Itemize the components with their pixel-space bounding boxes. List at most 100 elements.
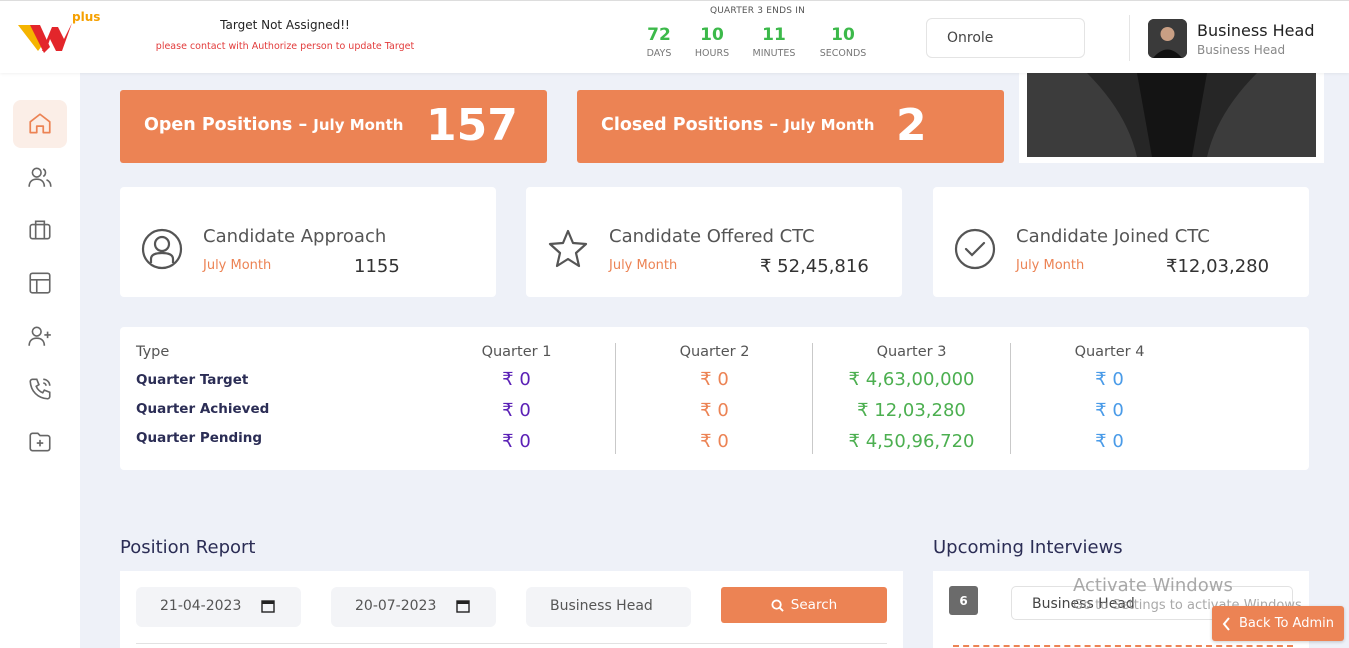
report-divider [136,643,887,644]
from-date-input[interactable]: 21-04-2023 [136,587,301,627]
row-label-achieved: Quarter Achieved [136,401,270,417]
sidebar-item-home[interactable] [13,100,67,148]
quarter-2-target: ₹ 0 [700,369,729,390]
candidate-offered-value: ₹ 52,45,816 [760,256,869,277]
svg-text:plus: plus [72,10,100,24]
open-positions-label: Open Positions – July Month [144,115,404,135]
candidate-joined-month: July Month [1016,258,1085,273]
calendar-icon[interactable] [456,599,470,613]
row-label-pending: Quarter Pending [136,430,263,446]
countdown-value: 10 [831,25,855,45]
candidate-joined-value: ₹12,03,280 [1166,256,1270,277]
chevron-left-icon [1222,616,1230,631]
quarter-4-target: ₹ 0 [1095,369,1124,390]
header-divider [1129,15,1130,61]
open-positions-value: 157 [426,100,518,151]
sidebar [0,73,80,648]
star-icon [548,229,588,268]
brand-logo[interactable]: plus [16,7,111,57]
closed-positions-value: 2 [896,100,927,151]
countdown-label: MINUTES [752,48,796,59]
users-icon [28,167,52,187]
candidate-approach-value: 1155 [354,256,400,277]
check-circle-icon [954,228,996,270]
quarter-1-header: Quarter 1 [481,344,552,360]
folder-plus-icon [29,432,51,452]
quarter-4-header: Quarter 4 [1074,344,1145,360]
candidate-offered-title: Candidate Offered CTC [609,226,815,247]
back-to-admin-label: Back To Admin [1239,616,1334,631]
search-button[interactable]: Search [721,587,887,623]
closed-positions-label: Closed Positions – July Month [601,115,875,135]
countdown-label: SECONDS [819,48,867,59]
candidate-approach-month: July Month [203,258,272,273]
quarter-4-achieved: ₹ 0 [1095,400,1124,421]
user-plus-icon [28,326,51,346]
quarter-2-pending: ₹ 0 [700,431,729,452]
countdown-seconds: 10 SECONDS [808,25,878,59]
profile-photo-card [1019,73,1324,163]
type-header: Type [136,344,170,360]
countdown-minutes: 11 MINUTES [739,25,809,59]
calendar-icon[interactable] [261,599,275,613]
quarter-table: Type Quarter Target Quarter Achieved Qua… [120,327,1309,470]
upcoming-interviews-title: Upcoming Interviews [933,537,1123,558]
quarter-3-pending: ₹ 4,50,96,720 [848,431,975,452]
countdown-value: 11 [762,25,786,45]
candidate-joined-card[interactable]: Candidate Joined CTC July Month ₹12,03,2… [933,187,1309,297]
search-label: Search [790,597,838,613]
user-role: Business Head [1197,43,1286,57]
quarter-2-header: Quarter 2 [679,344,750,360]
countdown-label: HOURS [694,48,730,59]
to-date-input[interactable]: 20-07-2023 [331,587,496,627]
quarter-1-pending: ₹ 0 [502,431,531,452]
user-name[interactable]: Business Head [1197,21,1314,40]
candidate-offered-month: July Month [609,258,678,273]
quarter-3-header: Quarter 3 [876,344,947,360]
target-subtitle: please contact with Authorize person to … [155,41,415,52]
countdown-value: 10 [700,25,724,45]
avatar[interactable] [1148,19,1187,58]
countdown-hours: 10 HOURS [677,25,747,59]
sidebar-item-layout[interactable] [13,259,67,307]
watermark-title: Activate Windows [1073,575,1233,596]
target-message: Target Not Assigned!! please contact wit… [130,18,440,52]
sidebar-item-folder[interactable] [13,418,67,466]
interview-count-badge: 6 [949,586,978,615]
profile-photo [1027,73,1316,157]
role-filter-select[interactable]: Business Head [526,587,691,627]
sidebar-item-calls[interactable] [13,365,67,413]
to-date-value: 20-07-2023 [355,598,437,614]
sidebar-item-add-user[interactable] [13,312,67,360]
quarter-3-target: ₹ 4,63,00,000 [848,369,975,390]
candidate-approach-card[interactable]: Candidate Approach July Month 1155 [120,187,496,297]
layout-icon [29,272,51,294]
quarter-1-target: ₹ 0 [502,369,531,390]
closed-positions-card[interactable]: Closed Positions – July Month 2 [577,90,1004,163]
position-report-title: Position Report [120,537,256,558]
search-icon [771,598,784,612]
from-date-value: 21-04-2023 [160,598,242,614]
candidate-approach-title: Candidate Approach [203,226,387,247]
user-circle-icon [141,228,183,270]
back-to-admin-button[interactable]: Back To Admin [1212,606,1344,641]
timeline-dash [953,645,1293,647]
candidate-offered-card[interactable]: Candidate Offered CTC July Month ₹ 52,45… [526,187,902,297]
sidebar-item-jobs[interactable] [13,206,67,254]
top-header: plus Target Not Assigned!! please contac… [0,0,1349,73]
target-title: Target Not Assigned!! [220,18,350,32]
quarter-2-achieved: ₹ 0 [700,400,729,421]
home-icon [29,113,51,134]
position-report-card: 21-04-2023 20-07-2023 Business Head Sear… [120,571,903,648]
quarter-1-achieved: ₹ 0 [502,400,531,421]
role-select[interactable]: Onrole [926,18,1085,58]
quarter-4-pending: ₹ 0 [1095,431,1124,452]
row-label-target: Quarter Target [136,372,249,388]
candidate-joined-title: Candidate Joined CTC [1016,226,1210,247]
open-positions-card[interactable]: Open Positions – July Month 157 [120,90,547,163]
quarter-3-achieved: ₹ 12,03,280 [857,400,966,421]
sidebar-item-users[interactable] [13,153,67,201]
briefcase-icon [29,220,51,240]
countdown-title: QUARTER 3 ENDS IN [709,6,806,16]
phone-icon [29,378,51,400]
